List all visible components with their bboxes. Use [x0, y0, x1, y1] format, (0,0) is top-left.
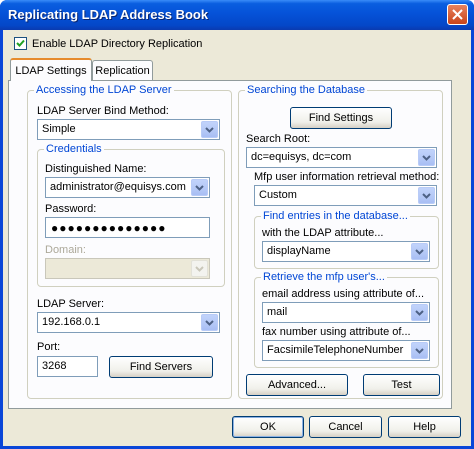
dropdown-button[interactable] — [201, 121, 218, 138]
ok-button[interactable]: OK — [232, 416, 304, 438]
ldap-server-select[interactable]: 192.168.0.1 — [37, 312, 220, 333]
checkmark-icon — [16, 39, 25, 47]
dropdown-button[interactable] — [411, 342, 428, 359]
search-root-label: Search Root: — [246, 133, 311, 145]
search-root-value: dc=equisys, dc=com — [251, 151, 352, 163]
domain-label: Domain: — [45, 244, 86, 256]
port-value: 3268 — [42, 360, 67, 372]
group-title: Searching the Database — [245, 84, 368, 96]
dialog-body: Enable LDAP Directory Replication LDAP S… — [3, 30, 471, 446]
chevron-down-icon — [195, 184, 204, 191]
tab-label: Replication — [95, 65, 150, 77]
fax-attribute-select[interactable]: FacsimileTelephoneNumber — [262, 340, 430, 361]
chevron-down-icon — [415, 248, 424, 255]
chevron-down-icon — [195, 265, 204, 272]
bind-method-select[interactable]: Simple — [37, 119, 220, 140]
port-label: Port: — [37, 341, 61, 353]
search-root-select[interactable]: dc=equisys, dc=com — [246, 147, 437, 168]
domain-select[interactable] — [45, 258, 210, 279]
window-title: Replicating LDAP Address Book — [8, 7, 209, 22]
tab-ldap-settings[interactable]: LDAP Settings — [10, 58, 92, 81]
test-button[interactable]: Test — [363, 374, 440, 396]
retrieval-method-label: Mfp user information retrieval method: — [254, 171, 440, 183]
close-button[interactable] — [447, 4, 468, 25]
ldap-attribute-label: with the LDAP attribute... — [262, 227, 384, 239]
title-bar[interactable]: Replicating LDAP Address Book — [0, 0, 474, 30]
button-label: Find Settings — [308, 112, 374, 124]
group-title: Retrieve the mfp user's... — [261, 271, 387, 283]
checkbox-box[interactable] — [14, 37, 27, 50]
email-attribute-select[interactable]: mail — [262, 302, 430, 323]
group-title: Find entries in the database... — [261, 210, 410, 222]
button-label: Test — [391, 379, 412, 391]
chevron-down-icon — [422, 154, 431, 161]
retrieve-user-group: Retrieve the mfp user's... email address… — [254, 271, 439, 368]
button-label: Find Servers — [129, 361, 193, 373]
distinguished-name-select[interactable]: administrator@equisys.com — [45, 177, 210, 198]
chevron-down-icon — [205, 319, 214, 326]
group-title: Accessing the LDAP Server — [34, 84, 174, 96]
group-title: Credentials — [44, 143, 104, 155]
cancel-button[interactable]: Cancel — [309, 416, 382, 438]
password-label: Password: — [45, 203, 97, 215]
dropdown-button[interactable] — [418, 149, 435, 166]
button-label: Cancel — [328, 421, 363, 433]
dropdown-button[interactable] — [191, 260, 208, 277]
password-input[interactable]: ●●●●●●●●●●●●●● — [45, 217, 210, 238]
searching-database-group: Searching the Database Find Settings Sea… — [238, 84, 443, 399]
distinguished-name-value: administrator@equisys.com — [50, 181, 186, 193]
distinguished-name-label: Distinguished Name: — [45, 163, 147, 175]
ldap-server-label: LDAP Server: — [37, 298, 105, 310]
ldap-attribute-select[interactable]: displayName — [262, 241, 430, 262]
dialog-window: Replicating LDAP Address Book Enable LDA… — [0, 0, 474, 449]
advanced-button[interactable]: Advanced... — [246, 374, 348, 396]
enable-replication-label: Enable LDAP Directory Replication — [32, 37, 203, 50]
port-input[interactable]: 3268 — [37, 356, 98, 377]
button-label: OK — [260, 421, 276, 433]
chevron-down-icon — [415, 309, 424, 316]
tab-panel-ldap-settings: Accessing the LDAP Server LDAP Server Bi… — [8, 80, 452, 409]
find-servers-button[interactable]: Find Servers — [109, 356, 213, 378]
fax-attribute-value: FacsimileTelephoneNumber — [267, 344, 404, 356]
retrieval-method-select[interactable]: Custom — [254, 185, 437, 206]
find-entries-group: Find entries in the database... with the… — [254, 210, 439, 269]
ldap-attribute-value: displayName — [267, 245, 331, 257]
dropdown-button[interactable] — [418, 187, 435, 204]
ldap-server-value: 192.168.0.1 — [42, 316, 101, 328]
dropdown-button[interactable] — [411, 243, 428, 260]
fax-attribute-label: fax number using attribute of... — [262, 326, 411, 338]
chevron-down-icon — [205, 126, 214, 133]
button-label: Advanced... — [267, 379, 327, 391]
tab-label: LDAP Settings — [15, 64, 87, 77]
button-label: Help — [413, 421, 436, 433]
chevron-down-icon — [422, 192, 431, 199]
accessing-server-group: Accessing the LDAP Server LDAP Server Bi… — [27, 84, 232, 399]
help-button[interactable]: Help — [388, 416, 461, 438]
credentials-group: Credentials Distinguished Name: administ… — [37, 143, 225, 287]
bind-method-label: LDAP Server Bind Method: — [37, 105, 169, 117]
dropdown-button[interactable] — [411, 304, 428, 321]
chevron-down-icon — [415, 347, 424, 354]
email-attribute-value: mail — [267, 306, 288, 318]
dropdown-button[interactable] — [201, 314, 218, 331]
dropdown-button[interactable] — [191, 179, 208, 196]
password-value: ●●●●●●●●●●●●●● — [51, 221, 167, 235]
close-icon — [452, 9, 463, 20]
enable-replication-checkbox[interactable]: Enable LDAP Directory Replication — [14, 37, 202, 50]
retrieval-method-value: Custom — [259, 189, 297, 201]
bind-method-value: Simple — [42, 123, 76, 135]
tab-replication[interactable]: Replication — [92, 60, 153, 81]
find-settings-button[interactable]: Find Settings — [290, 107, 392, 129]
email-attribute-label: email address using attribute of... — [262, 288, 425, 300]
